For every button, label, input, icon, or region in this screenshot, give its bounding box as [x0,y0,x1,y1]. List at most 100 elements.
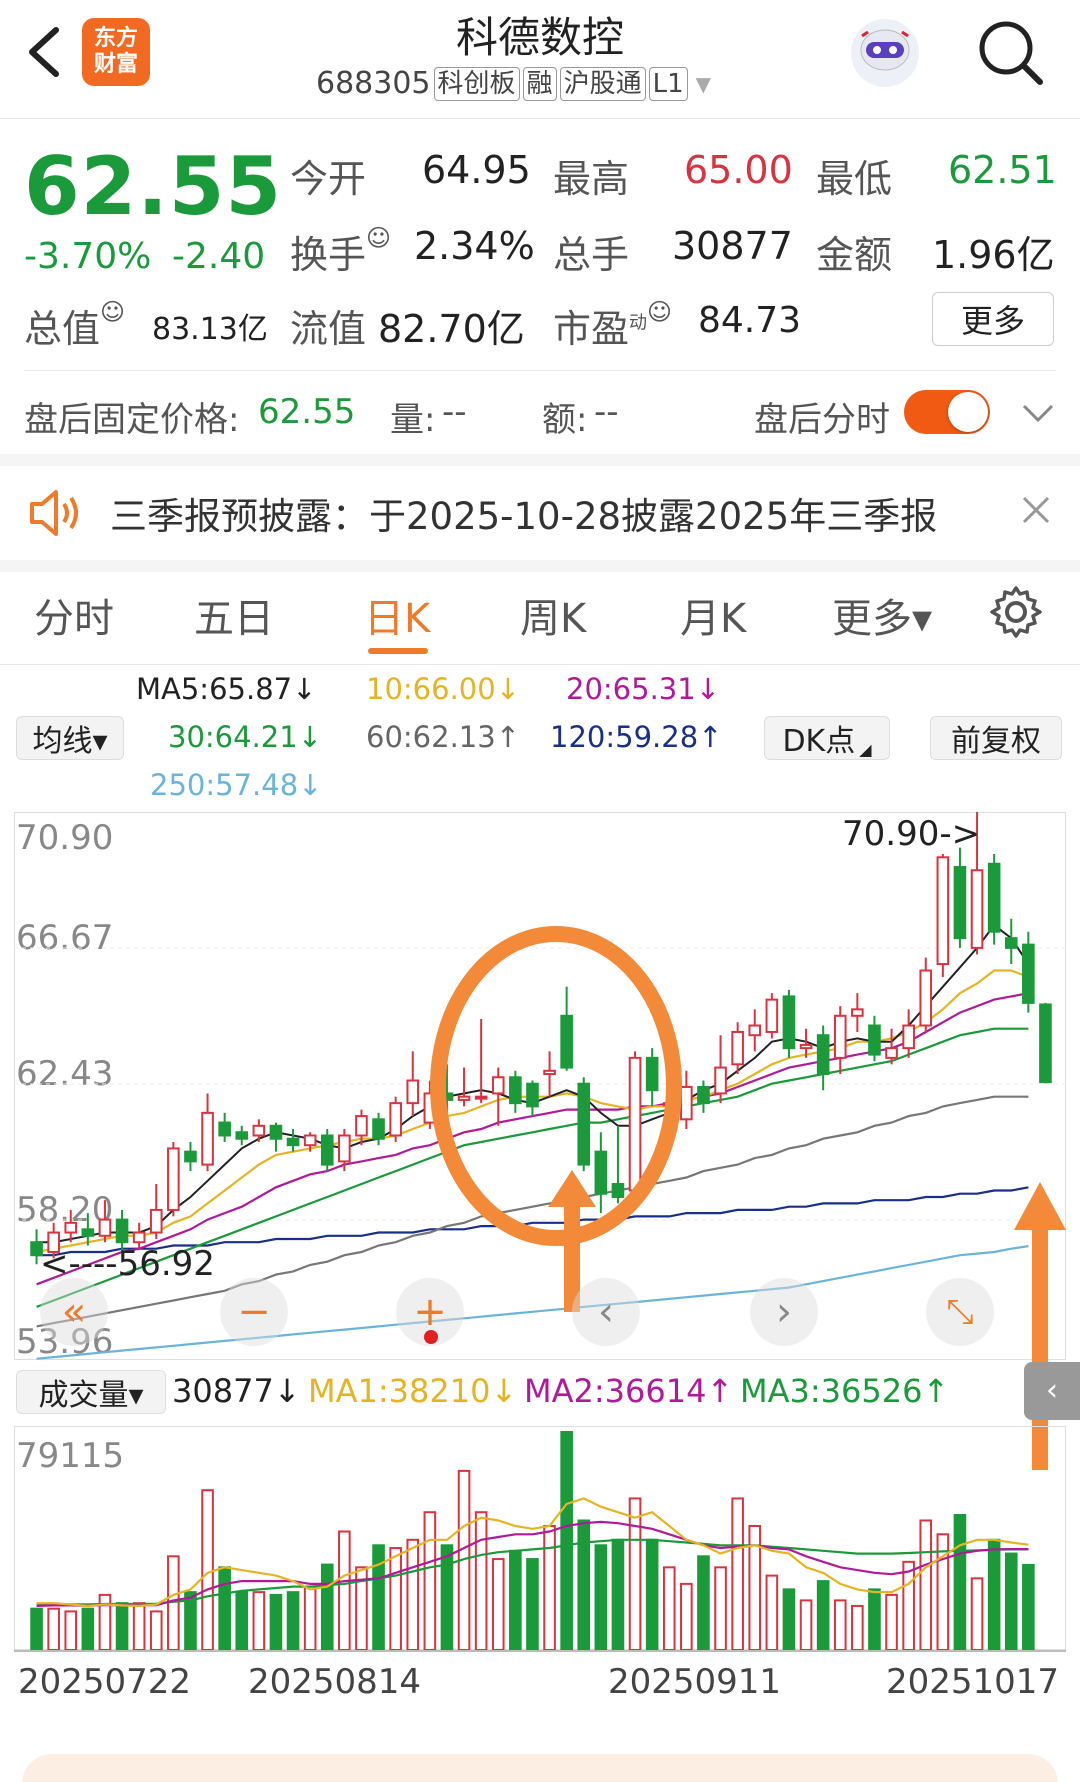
turnover-value: 2.34% [414,224,535,268]
candle [98,1200,112,1243]
volume-bar [115,1602,129,1650]
candle [252,1119,266,1142]
next-button[interactable]: › [750,1278,818,1346]
toggle-knob [948,392,988,432]
change-pct: -3.70% [24,236,152,277]
volume-bar [423,1511,437,1650]
candle [149,1184,163,1240]
volume-bar [201,1489,214,1650]
turnover-label: 换手☺ [290,224,392,277]
stock-code-row[interactable]: 688305 科创板 融 沪股通 L1 ▼ [316,66,711,101]
notice-bar[interactable]: 三季报预披露：于2025-10-28披露2025年三季报 [0,466,1080,560]
volume-bar [645,1538,659,1650]
volume-bar [543,1525,556,1650]
volume-bar [765,1574,779,1650]
candle [509,1070,522,1113]
notice-close-button[interactable] [1016,490,1056,530]
volume-bar [1004,1552,1018,1650]
volume-current: 30877↓ [172,1372,301,1410]
tag-connect: 沪股通 [559,66,646,101]
tab-more[interactable]: 更多▾ [832,586,932,644]
tab-weekly-k[interactable]: 周K [520,586,586,644]
tab-intraday[interactable]: 分时 [34,586,114,644]
ma5-label: MA5:65.87↓ [136,672,317,706]
ma120-label: 120:59.28↑ [550,720,723,754]
expand-icon: ⤡ [946,1292,974,1332]
high-label: 最高 [553,157,630,201]
date-label: 20250911 [608,1662,782,1702]
bottom-card[interactable] [22,1754,1058,1782]
volume-bar [560,1431,573,1650]
volume-bar [491,1558,505,1650]
candle [201,1093,214,1172]
current-price: 62.55 [24,140,283,233]
ma-selector[interactable]: 均线▾ [16,716,124,760]
volume-bar [594,1544,608,1650]
candle [167,1141,180,1217]
float-value: 82.70亿 [378,307,525,351]
info-icon: ☺ [647,298,673,326]
after-hours-toggle[interactable] [904,390,990,434]
ma20-label: 20:65.31↓ [566,672,720,706]
tag-star-market: 科创板 [433,66,520,101]
robot-assistant-button[interactable] [846,14,924,92]
after-hours-vol: -- [442,392,467,432]
open-value: 64.95 [422,148,531,192]
chevron-left-icon: ‹ [598,1289,614,1335]
volume-bar [30,1607,43,1650]
volume-bar [680,1582,693,1650]
candle [218,1112,231,1142]
volume-bar [235,1591,249,1650]
candle [235,1125,249,1146]
candle [1022,931,1035,1013]
minus-icon: − [237,1289,271,1335]
chevron-right-icon: › [776,1289,792,1335]
date-label: 20250722 [18,1662,192,1702]
tab-five-day[interactable]: 五日 [194,586,274,644]
expand-button[interactable] [1018,396,1058,430]
candle [919,957,933,1032]
volume-bar [338,1530,351,1650]
search-button[interactable] [976,18,1046,88]
plus-icon: + [413,1289,447,1335]
zoom-out-button[interactable]: − [220,1278,288,1346]
chart-settings-button[interactable] [988,584,1044,640]
candle [851,993,864,1032]
volume-bar [526,1558,539,1650]
volume-ma1: MA1:38210↓ [308,1372,518,1410]
more-button[interactable]: 更多 [932,292,1054,346]
candle [184,1141,197,1172]
date-label: 20250814 [248,1662,422,1702]
prev-button[interactable]: ‹ [572,1278,640,1346]
info-icon: ☺ [100,298,126,326]
scroll-left-button[interactable]: « [40,1278,108,1346]
change-amount: -2.40 [172,236,266,277]
low-label: 最低 [816,157,893,201]
ma10-label: 10:66.00↓ [366,672,520,706]
info-icon: ☺ [366,224,392,252]
candle [645,1048,659,1107]
candle [953,847,967,948]
side-collapse-tab[interactable]: ‹ [1024,1362,1080,1420]
tab-daily-k[interactable]: 日K [364,586,430,644]
candle [526,1080,539,1117]
candle [765,993,779,1039]
candle [628,1051,642,1197]
after-hours-label: 盘后固定价格: [24,400,240,440]
volume-ma2: MA2:36614↑ [524,1372,734,1410]
pe-sup: 动 [629,312,648,334]
tab-monthly-k[interactable]: 月K [680,586,746,644]
volume-bar [731,1497,744,1650]
volume-bar [406,1538,420,1650]
volume-chart[interactable] [14,1426,1066,1650]
candle [987,854,1001,945]
candle [714,1035,727,1104]
volume-bar [269,1593,283,1650]
candle [697,1080,710,1113]
candle [1039,1002,1052,1084]
tag-level: L1 [648,66,688,101]
volume-selector[interactable]: 成交量▾ [16,1370,166,1414]
fullscreen-button[interactable]: ⤡ [926,1278,994,1346]
dk-button[interactable]: DK点 ◢ [764,716,890,760]
adjust-button[interactable]: 前复权 [930,716,1062,760]
